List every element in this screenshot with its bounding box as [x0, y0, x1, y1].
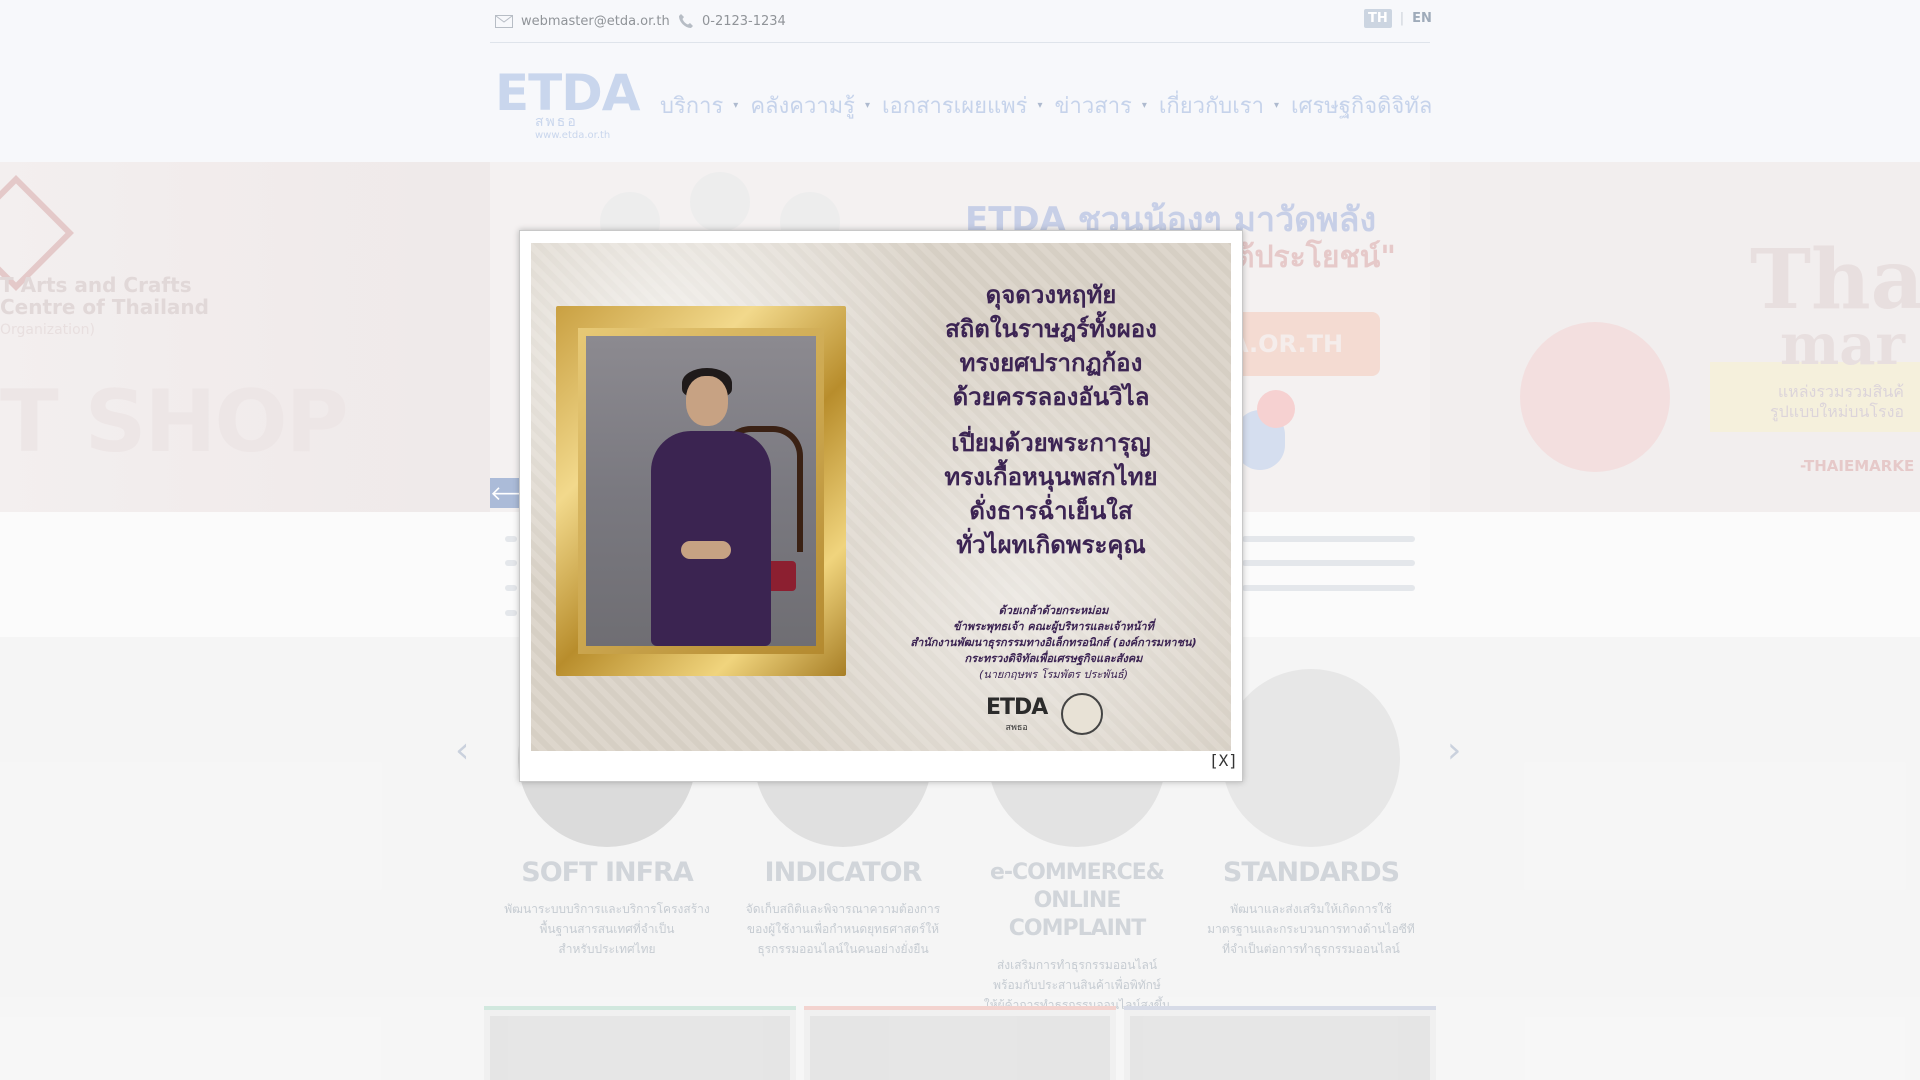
poem-line: ทั่วไผทเกิดพระคุณ — [956, 531, 1146, 559]
credit-line: ข้าพระพุทธเจ้า คณะผู้บริหารและเจ้าหน้าที… — [953, 620, 1154, 633]
poem-line: ทรงยศปรากฏก้อง — [959, 349, 1143, 377]
gold-frame — [556, 306, 846, 676]
popup-close-button[interactable]: [X] — [1209, 751, 1238, 770]
poem-line: เปี่ยมด้วยพระการุญ — [951, 429, 1151, 457]
poem-line: ด้วยครรลองอันวิไล — [952, 383, 1150, 411]
tribute-credit: ด้วยเกล้าด้วยกระหม่อม ข้าพระพุทธเจ้า คณะ… — [881, 603, 1226, 683]
ministry-seal-icon — [1061, 693, 1104, 735]
announcement-popup: ดุจดวงหฤทัย สถิตในราษฎร์ทั้งผอง ทรงยศปรา… — [519, 230, 1243, 782]
credit-line: (นายกฤษพร โรมพัตร ประพันธ์) — [978, 668, 1129, 681]
poem-line: ดั่งธารฉ่ำเย็นใส — [969, 497, 1133, 525]
credit-line: ด้วยเกล้าด้วยกระหม่อม — [998, 604, 1109, 617]
portrait-photo — [586, 336, 816, 646]
poem-line: ทรงเกื้อหนุนพสกไทย — [944, 463, 1158, 491]
etda-emblem: ETDA สพธอ — [986, 694, 1048, 733]
poem-line: สถิตในราษฎร์ทั้งผอง — [945, 315, 1157, 343]
tribute-poster: ดุจดวงหฤทัย สถิตในราษฎร์ทั้งผอง ทรงยศปรา… — [531, 243, 1231, 751]
credit-line: กระทรวงดิจิทัลเพื่อเศรษฐกิจและสังคม — [964, 652, 1143, 665]
poem-line: ดุจดวงหฤทัย — [985, 281, 1117, 309]
tribute-poem: ดุจดวงหฤทัย สถิตในราษฎร์ทั้งผอง ทรงยศปรา… — [891, 278, 1211, 562]
poster-emblems: ETDA สพธอ — [986, 693, 1104, 735]
credit-line: สำนักงานพัฒนาธุรกรรมทางอิเล็กทรอนิกส์ (อ… — [910, 636, 1197, 649]
